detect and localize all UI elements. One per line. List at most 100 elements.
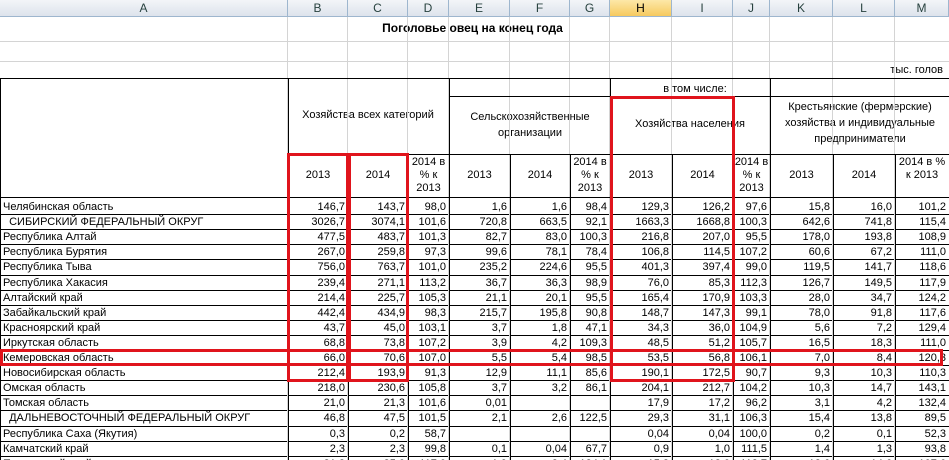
table-cell[interactable] bbox=[570, 427, 610, 442]
table-cell[interactable]: 101,3 bbox=[408, 230, 449, 245]
table-cell[interactable]: 212,7 bbox=[672, 381, 733, 396]
region-name-cell[interactable]: Новосибирская область bbox=[0, 366, 288, 381]
table-cell[interactable]: 2,6 bbox=[510, 411, 570, 426]
table-cell[interactable]: 99,6 bbox=[449, 245, 510, 260]
region-name-cell[interactable]: Камчатский край bbox=[0, 442, 288, 457]
table-cell[interactable]: 101,5 bbox=[408, 411, 449, 426]
region-name-cell[interactable]: Республика Бурятия bbox=[0, 245, 288, 260]
table-cell[interactable]: 99,0 bbox=[733, 260, 770, 275]
region-name-cell[interactable]: Забайкальский край bbox=[0, 306, 288, 321]
table-cell[interactable]: 3,7 bbox=[449, 321, 510, 336]
table-cell[interactable]: 36,3 bbox=[510, 276, 570, 291]
spreadsheet-grid[interactable]: Поголовье овец на конец года тыс. голов … bbox=[0, 17, 949, 460]
table-cell[interactable] bbox=[510, 427, 570, 442]
table-cell[interactable]: 90,7 bbox=[733, 366, 770, 381]
column-header-e[interactable]: E bbox=[449, 0, 510, 17]
table-cell[interactable]: 15,4 bbox=[770, 411, 833, 426]
table-cell[interactable]: 122,5 bbox=[570, 411, 610, 426]
region-name-cell[interactable]: Республика Хакасия bbox=[0, 276, 288, 291]
table-cell[interactable]: 235,2 bbox=[449, 260, 510, 275]
table-cell[interactable]: 99,1 bbox=[733, 306, 770, 321]
table-cell[interactable]: 230,6 bbox=[348, 381, 408, 396]
table-cell[interactable]: 224,6 bbox=[510, 260, 570, 275]
table-cell[interactable]: 101,0 bbox=[408, 260, 449, 275]
table-cell[interactable]: 21,0 bbox=[288, 396, 348, 411]
column-header-f[interactable]: F bbox=[510, 0, 570, 17]
table-cell[interactable]: 11,1 bbox=[510, 366, 570, 381]
table-cell[interactable]: 107,2 bbox=[733, 245, 770, 260]
region-name-cell[interactable]: ДАЛЬНЕВОСТОЧНЫЙ ФЕДЕРАЛЬНЫЙ ОКРУГ bbox=[0, 411, 288, 426]
region-name-cell[interactable]: Республика Саха (Якутия) bbox=[0, 427, 288, 442]
column-header-g[interactable]: G bbox=[570, 0, 610, 17]
table-cell[interactable]: 111,5 bbox=[733, 442, 770, 457]
table-cell[interactable]: 9,3 bbox=[770, 366, 833, 381]
table-cell[interactable]: 92,1 bbox=[570, 215, 610, 230]
table-cell[interactable]: 78,1 bbox=[510, 245, 570, 260]
table-cell[interactable] bbox=[570, 396, 610, 411]
table-cell[interactable]: 126,7 bbox=[770, 276, 833, 291]
table-cell[interactable]: 98,0 bbox=[408, 200, 449, 215]
table-cell[interactable]: 741,8 bbox=[833, 215, 895, 230]
table-cell[interactable]: 10,3 bbox=[833, 366, 895, 381]
table-cell[interactable]: 105,3 bbox=[408, 291, 449, 306]
region-name-cell[interactable]: Челябинская область bbox=[0, 200, 288, 215]
table-cell[interactable]: 108,9 bbox=[895, 230, 949, 245]
table-cell[interactable]: 101,2 bbox=[895, 200, 949, 215]
table-cell[interactable]: 118,6 bbox=[895, 260, 949, 275]
table-cell[interactable]: 4,2 bbox=[833, 396, 895, 411]
table-cell[interactable]: 2,3 bbox=[288, 442, 348, 457]
table-cell[interactable]: 82,7 bbox=[449, 230, 510, 245]
table-cell[interactable]: 101,6 bbox=[408, 396, 449, 411]
table-cell[interactable]: 16,0 bbox=[833, 200, 895, 215]
region-name-cell[interactable]: Омская область bbox=[0, 381, 288, 396]
table-cell[interactable]: 103,3 bbox=[733, 291, 770, 306]
table-cell[interactable]: 104,9 bbox=[733, 321, 770, 336]
table-cell[interactable]: 7,2 bbox=[833, 321, 895, 336]
table-cell[interactable]: 103,1 bbox=[408, 321, 449, 336]
region-name-cell[interactable]: Томская область bbox=[0, 396, 288, 411]
table-cell[interactable]: 29,3 bbox=[610, 411, 672, 426]
table-cell[interactable]: 1,6 bbox=[449, 200, 510, 215]
table-cell[interactable]: 195,8 bbox=[510, 306, 570, 321]
table-cell[interactable]: 67,7 bbox=[570, 442, 610, 457]
table-cell[interactable]: 5,6 bbox=[770, 321, 833, 336]
table-cell[interactable]: 0,2 bbox=[770, 427, 833, 442]
table-cell[interactable]: 143,1 bbox=[895, 381, 949, 396]
table-cell[interactable]: 117,6 bbox=[895, 306, 949, 321]
region-name-cell[interactable]: СИБИРСКИЙ ФЕДЕРАЛЬНЫЙ ОКРУГ bbox=[0, 215, 288, 230]
table-cell[interactable]: 215,7 bbox=[449, 306, 510, 321]
table-cell[interactable]: 0,3 bbox=[288, 427, 348, 442]
table-cell[interactable]: 0,04 bbox=[610, 427, 672, 442]
table-cell[interactable]: 21,3 bbox=[348, 396, 408, 411]
region-name-cell[interactable]: Красноярский край bbox=[0, 321, 288, 336]
table-cell[interactable]: 132,4 bbox=[895, 396, 949, 411]
table-cell[interactable]: 13,8 bbox=[833, 411, 895, 426]
table-cell[interactable]: 98,4 bbox=[570, 200, 610, 215]
table-cell[interactable]: 12,9 bbox=[449, 366, 510, 381]
table-cell[interactable]: 104,2 bbox=[733, 381, 770, 396]
table-cell[interactable]: 3,1 bbox=[770, 396, 833, 411]
column-header-m[interactable]: M bbox=[895, 0, 949, 17]
table-cell[interactable]: 115,4 bbox=[895, 215, 949, 230]
table-cell[interactable]: 204,1 bbox=[610, 381, 672, 396]
table-cell[interactable] bbox=[510, 396, 570, 411]
table-cell[interactable]: 99,8 bbox=[408, 442, 449, 457]
table-cell[interactable]: 28,0 bbox=[770, 291, 833, 306]
table-cell[interactable]: 720,8 bbox=[449, 215, 510, 230]
table-cell[interactable]: 100,3 bbox=[570, 230, 610, 245]
table-cell[interactable]: 663,5 bbox=[510, 215, 570, 230]
table-cell[interactable]: 178,0 bbox=[770, 230, 833, 245]
table-cell[interactable] bbox=[449, 427, 510, 442]
table-cell[interactable]: 0,1 bbox=[833, 427, 895, 442]
table-cell[interactable]: 95,5 bbox=[570, 291, 610, 306]
table-cell[interactable]: 89,5 bbox=[895, 411, 949, 426]
table-cell[interactable]: 0,9 bbox=[610, 442, 672, 457]
table-cell[interactable]: 78,4 bbox=[570, 245, 610, 260]
table-cell[interactable]: 0,2 bbox=[348, 427, 408, 442]
table-cell[interactable]: 34,7 bbox=[833, 291, 895, 306]
table-cell[interactable]: 106,3 bbox=[733, 411, 770, 426]
table-cell[interactable]: 0,04 bbox=[672, 427, 733, 442]
table-cell[interactable]: 91,3 bbox=[408, 366, 449, 381]
table-cell[interactable]: 85,6 bbox=[570, 366, 610, 381]
table-cell[interactable]: 642,6 bbox=[770, 215, 833, 230]
